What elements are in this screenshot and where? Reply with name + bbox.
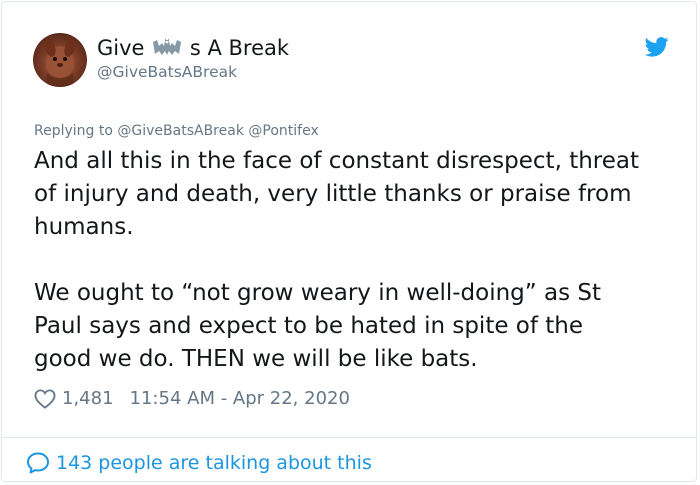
divider [2, 437, 696, 438]
tweet-meta: 1,481 11:54 AM - Apr 22, 2020 [34, 388, 350, 410]
tweet-text: And all this in the face of constant dis… [34, 145, 684, 409]
display-name-part-2: s A Break [189, 36, 290, 60]
avatar[interactable] [33, 33, 87, 87]
bat-photo-icon [44, 39, 76, 87]
conversation-text[interactable]: 143 people are talking about this [56, 451, 372, 475]
twitter-bird-icon[interactable] [645, 37, 669, 57]
tweet-paragraph: And all this in the face of constant dis… [34, 148, 639, 240]
replying-to-label: Replying to [34, 123, 113, 139]
author-handle[interactable]: @GiveBatsABreak [97, 62, 237, 82]
display-name-part-1: Give [97, 36, 145, 60]
heart-icon[interactable] [34, 389, 56, 409]
mention-link[interactable]: @GiveBatsABreak [117, 123, 244, 139]
timestamp[interactable]: 11:54 AM - Apr 22, 2020 [130, 388, 350, 410]
tweet-card: Give s A Break @GiveBatsABreak Replying … [1, 1, 697, 482]
display-name[interactable]: Give s A Break [97, 35, 289, 61]
replying-to: Replying to @GiveBatsABreak @Pontifex [34, 122, 319, 140]
bat-icon [153, 38, 182, 55]
like-count[interactable]: 1,481 [62, 388, 114, 410]
mention-link[interactable]: @Pontifex [248, 123, 318, 139]
speech-bubble-icon [27, 452, 49, 474]
tweet-paragraph: We ought to “not grow weary in well-doin… [34, 280, 602, 372]
conversation-link[interactable]: 143 people are talking about this [26, 451, 372, 475]
